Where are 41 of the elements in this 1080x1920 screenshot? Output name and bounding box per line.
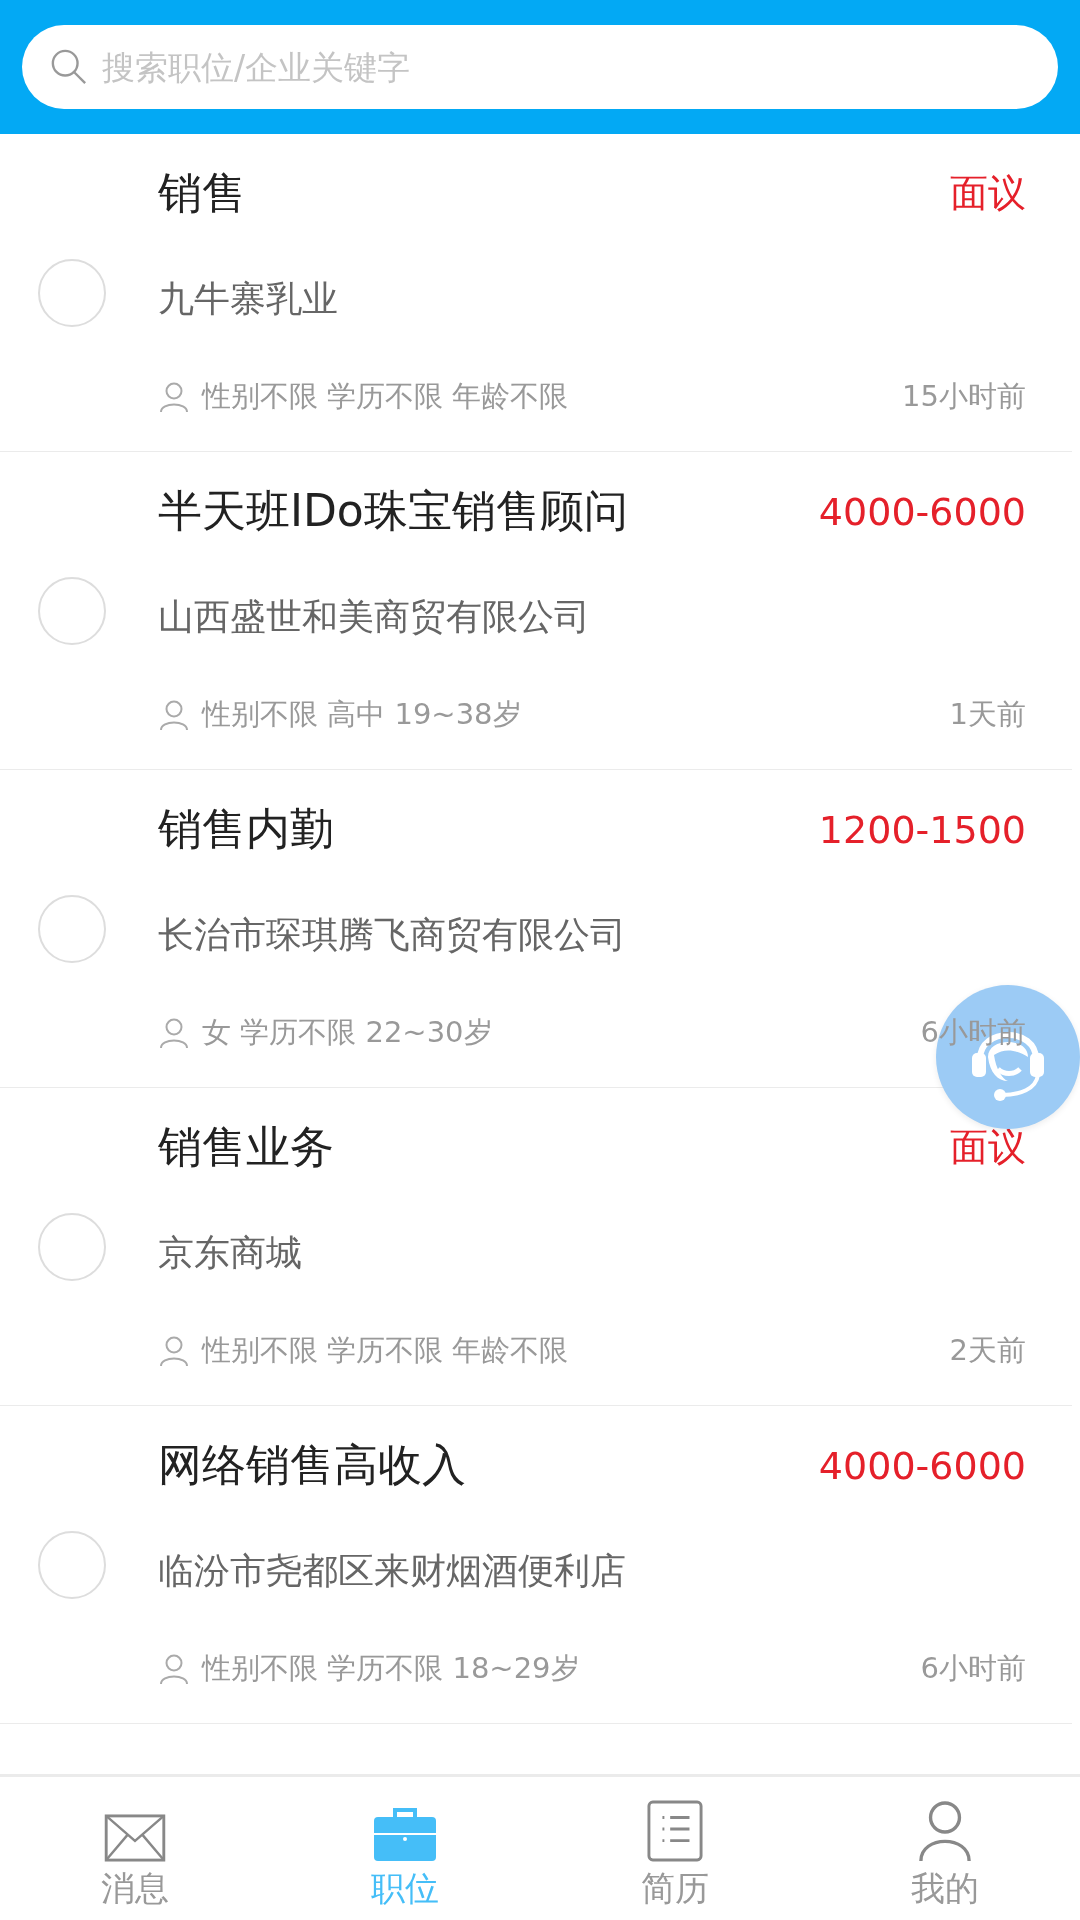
company-name: 九牛寨乳业: [158, 277, 338, 322]
requirements: 性别不限 学历不限 年龄不限: [202, 377, 569, 415]
search-field[interactable]: 搜索职位/企业关键字: [100, 46, 1058, 88]
person-icon: [158, 1334, 190, 1367]
checkbox[interactable]: [38, 576, 106, 645]
salary: 4000-6000: [818, 1443, 1026, 1488]
company-name: 长治市琛琪腾飞商贸有限公司: [158, 913, 626, 958]
checkbox[interactable]: [38, 1530, 106, 1599]
job-title[interactable]: 销售: [158, 164, 246, 224]
posted-time: 6小时前: [920, 1649, 1026, 1687]
person-icon: [158, 1652, 190, 1685]
requirements: 女 学历不限 22~30岁: [202, 1013, 493, 1051]
person-icon: [158, 1016, 190, 1049]
search-bar[interactable]: 搜索职位/企业关键字: [22, 25, 1058, 109]
job-title[interactable]: 网络销售高收入: [158, 1436, 466, 1496]
job-title[interactable]: 半天班IDo珠宝销售顾问: [158, 482, 628, 542]
checkbox[interactable]: [38, 258, 106, 327]
briefcase-icon: [373, 1806, 437, 1862]
salary: 面议: [950, 170, 1026, 218]
company-name: 临汾市尧都区来财烟酒便利店: [158, 1549, 626, 1594]
requirements: 性别不限 高中 19~38岁: [202, 695, 522, 733]
checkbox[interactable]: [38, 894, 106, 963]
posted-time: 1天前: [949, 695, 1026, 733]
salary: 4000-6000: [818, 489, 1026, 534]
person-icon: [158, 380, 190, 413]
search-icon: [50, 48, 88, 86]
company-name: 京东商城: [158, 1231, 302, 1276]
requirements: 性别不限 学历不限 年龄不限: [202, 1331, 569, 1369]
salary: 面议: [950, 1124, 1026, 1172]
document-list-icon: [647, 1800, 703, 1862]
job-title[interactable]: 销售内勤: [158, 800, 334, 860]
posted-time: 2天前: [949, 1331, 1026, 1369]
salary: 1200-1500: [818, 807, 1026, 852]
company-name: 山西盛世和美商贸有限公司: [158, 595, 590, 640]
checkbox[interactable]: [38, 1212, 106, 1281]
person-icon: [158, 698, 190, 731]
job-title[interactable]: 销售业务: [158, 1118, 334, 1178]
posted-time: 15小时前: [902, 377, 1026, 415]
requirements: 性别不限 学历不限 18~29岁: [202, 1649, 580, 1687]
person-icon: [918, 1800, 972, 1862]
envelope-icon: [104, 1814, 166, 1862]
